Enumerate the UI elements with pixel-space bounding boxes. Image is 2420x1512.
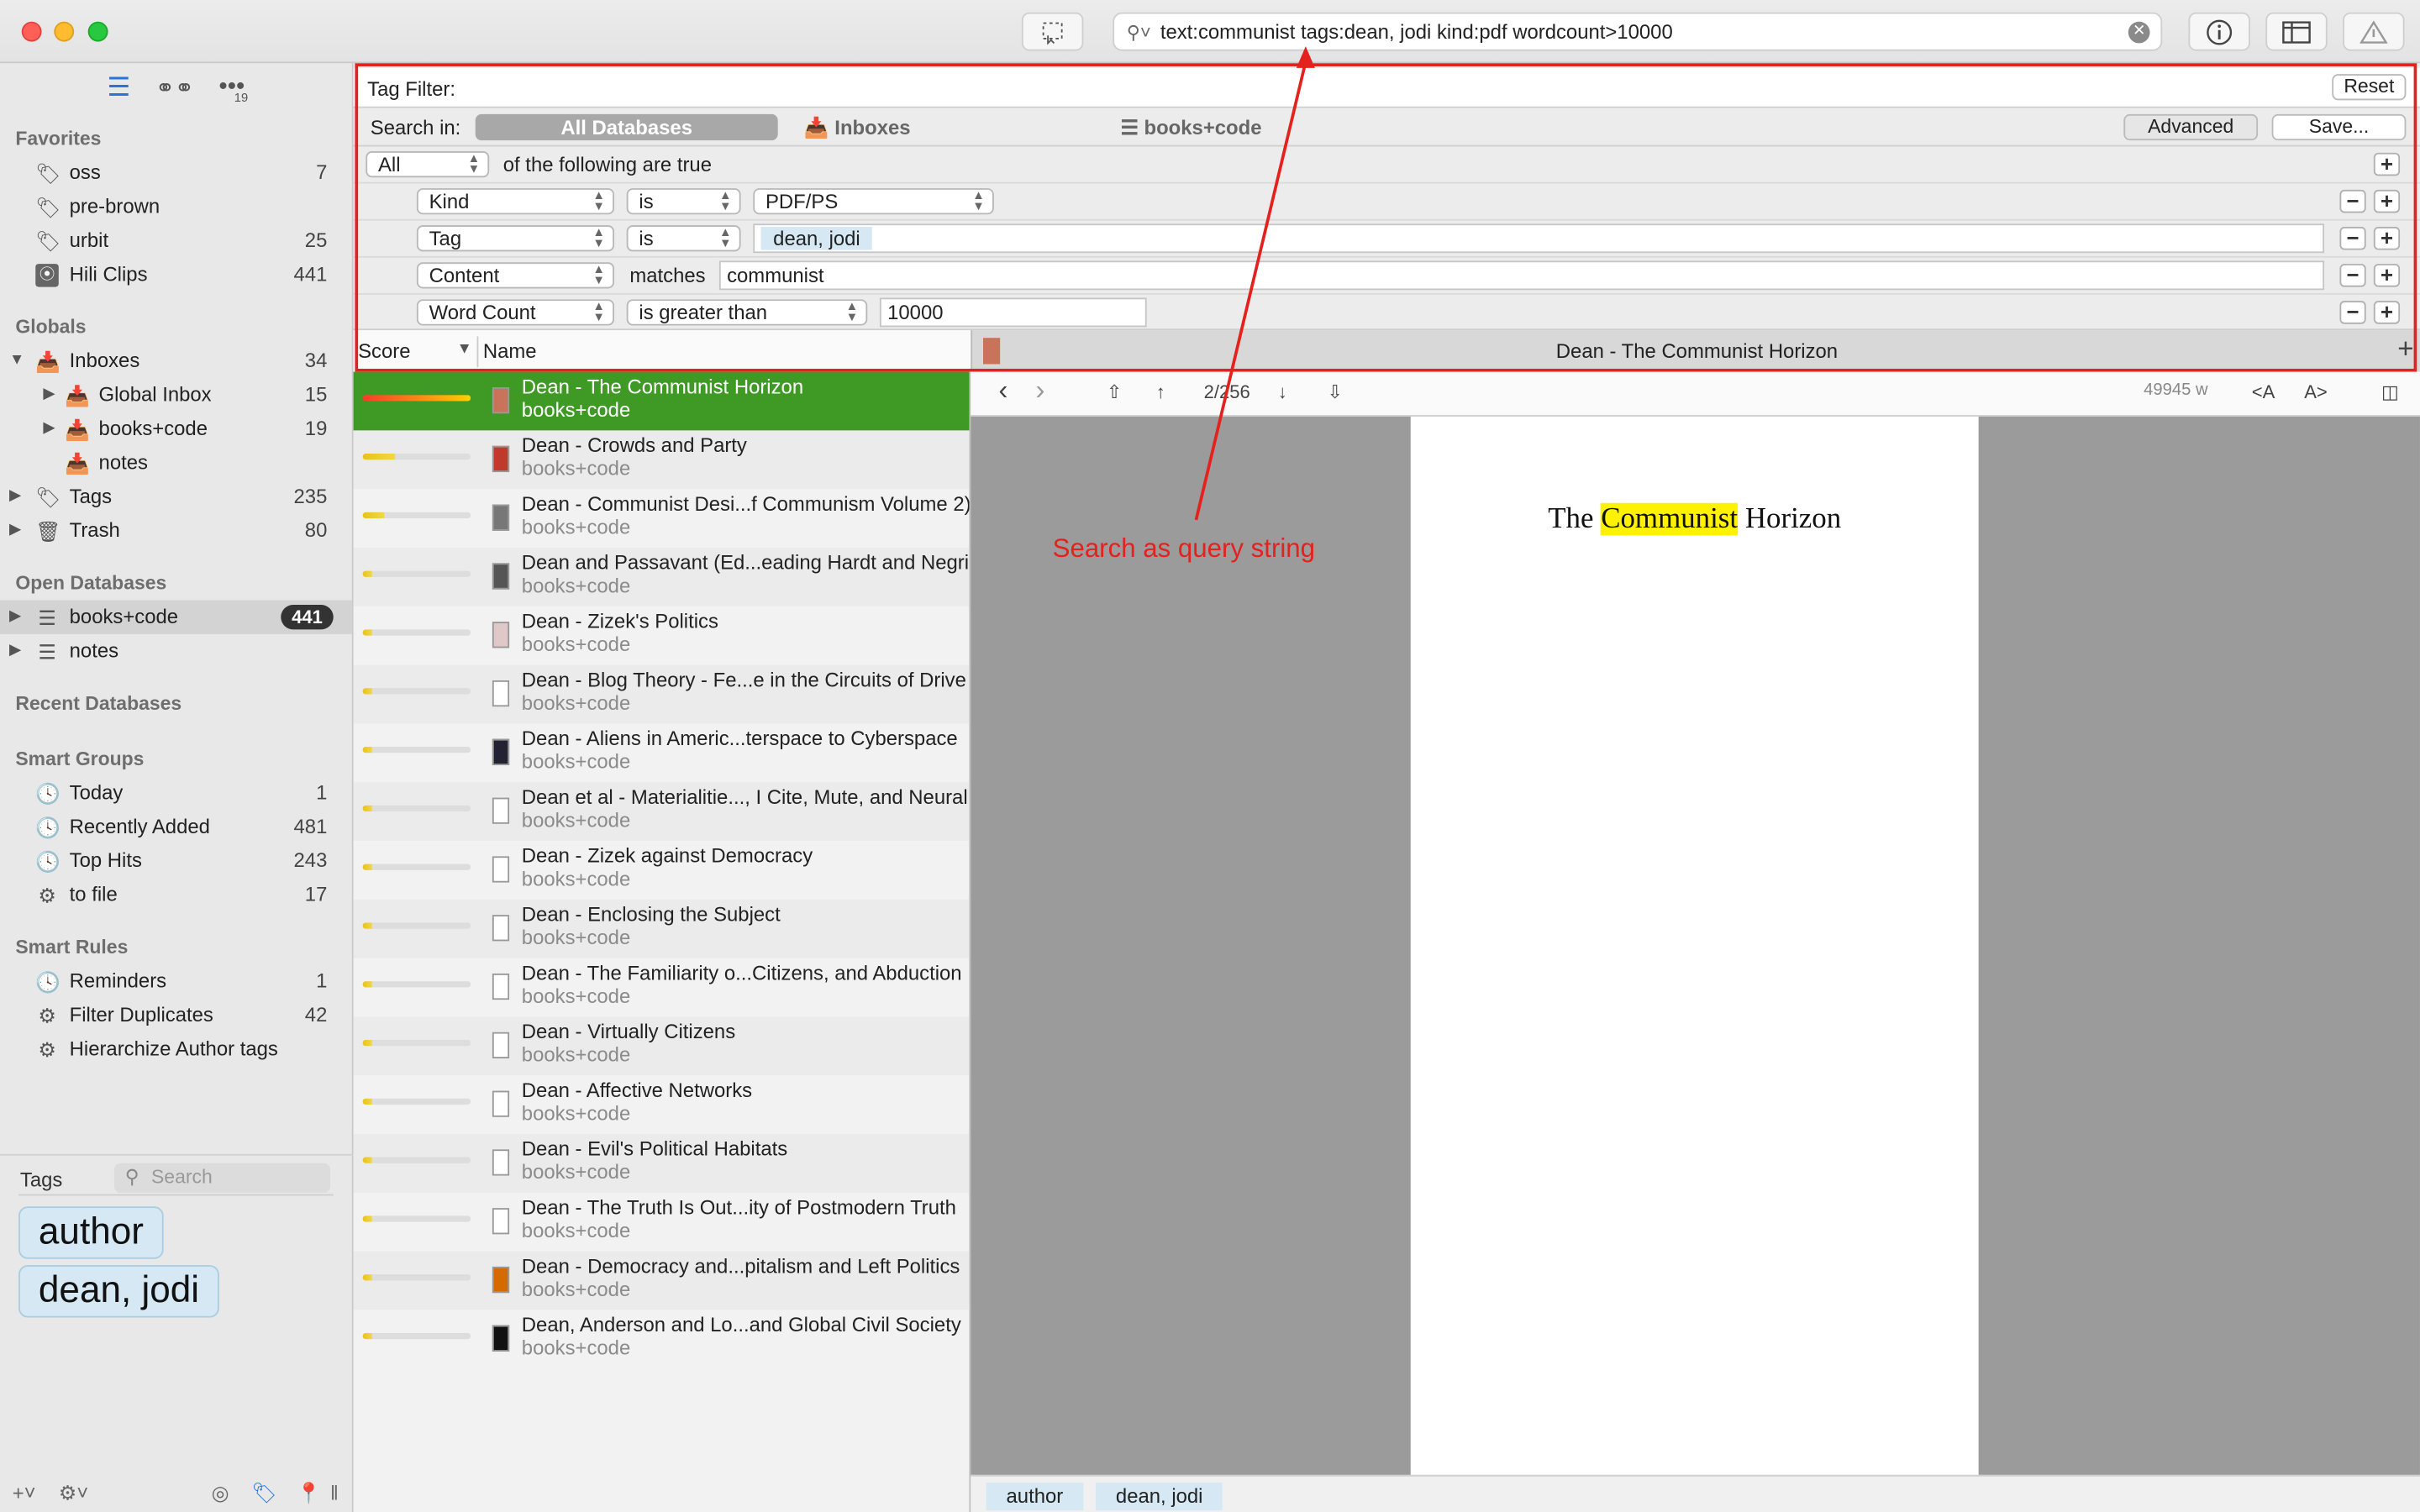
app-window: ⚲˅ text:communist tags:dean, jodi kind:p…: [0, 0, 2420, 1512]
annotation-text: Search as query string: [1052, 533, 1316, 564]
annotation-arrow: [1194, 46, 1315, 521]
